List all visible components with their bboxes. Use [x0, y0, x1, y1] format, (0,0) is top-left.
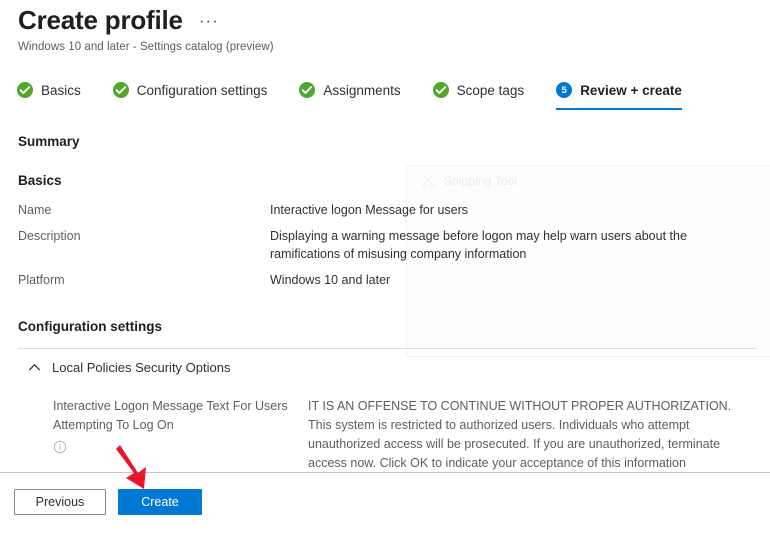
- setting-value: IT IS AN OFFENSE TO CONTINUE WITHOUT PRO…: [308, 399, 732, 471]
- page-subtitle: Windows 10 and later - Settings catalog …: [18, 40, 274, 53]
- active-tab-underline: [556, 107, 682, 110]
- info-icon[interactable]: [53, 440, 67, 454]
- settings-group-local-policies-security-options[interactable]: Local Policies Security Options: [0, 360, 770, 375]
- tab-label: Assignments: [323, 82, 401, 98]
- check-circle-icon: [17, 82, 33, 99]
- title-row: Create profile ···: [18, 5, 770, 36]
- check-circle-icon: [432, 82, 449, 99]
- tab-scope-tags[interactable]: Scope tags: [432, 80, 543, 110]
- check-circle-icon: [299, 82, 316, 99]
- create-button[interactable]: Create: [118, 489, 202, 515]
- field-value: Windows 10 and later: [270, 273, 391, 288]
- setting-row: Interactive Logon Message Text For Users…: [0, 397, 770, 473]
- step-number-badge: 5: [556, 82, 573, 99]
- summary-heading: Summary: [18, 133, 80, 149]
- field-value: Displaying a warning message before logo…: [270, 229, 687, 262]
- step-number: 5: [561, 84, 567, 96]
- section-divider: [18, 348, 757, 350]
- basics-row-name: Name Interactive logon Message for users: [18, 201, 770, 219]
- configuration-settings-heading: Configuration settings: [18, 319, 162, 335]
- basics-row-platform: Platform Windows 10 and later: [18, 271, 770, 289]
- tab-label: Basics: [41, 82, 81, 98]
- previous-button[interactable]: Previous: [14, 489, 106, 515]
- field-label: Name: [18, 202, 52, 217]
- basics-heading: Basics: [18, 172, 62, 188]
- chevron-up-icon[interactable]: [28, 361, 41, 374]
- settings-group-label: Local Policies Security Options: [52, 360, 231, 376]
- wizard-tabs: Basics Configuration settings Assignment…: [0, 80, 770, 116]
- page-header: Create profile ··· Windows 10 and later …: [0, 0, 770, 53]
- setting-name: Interactive Logon Message Text For Users…: [53, 399, 288, 433]
- field-label: Description: [18, 229, 81, 244]
- footer-action-bar: Previous Create: [0, 473, 770, 537]
- tab-basics[interactable]: Basics: [17, 80, 99, 110]
- setting-name-cell: Interactive Logon Message Text For Users…: [53, 397, 308, 454]
- create-profile-page: Snipping Tool Create profile ··· Windows…: [0, 0, 770, 537]
- check-circle-icon: [112, 82, 129, 99]
- more-options-icon[interactable]: ···: [199, 12, 219, 36]
- tab-label: Configuration settings: [136, 82, 268, 98]
- page-title: Create profile: [18, 5, 183, 35]
- field-label: Platform: [18, 273, 65, 288]
- tab-assignments[interactable]: Assignments: [299, 80, 418, 110]
- basics-key-value-list: Name Interactive logon Message for users…: [0, 201, 770, 290]
- tab-label: Review + create: [580, 82, 682, 98]
- basics-row-description: Description Displaying a warning message…: [18, 227, 770, 263]
- tab-label: Scope tags: [456, 82, 525, 98]
- tab-review-create[interactable]: 5 Review + create: [556, 80, 700, 110]
- tab-configuration-settings[interactable]: Configuration settings: [112, 80, 286, 110]
- field-value: Interactive logon Message for users: [270, 202, 469, 217]
